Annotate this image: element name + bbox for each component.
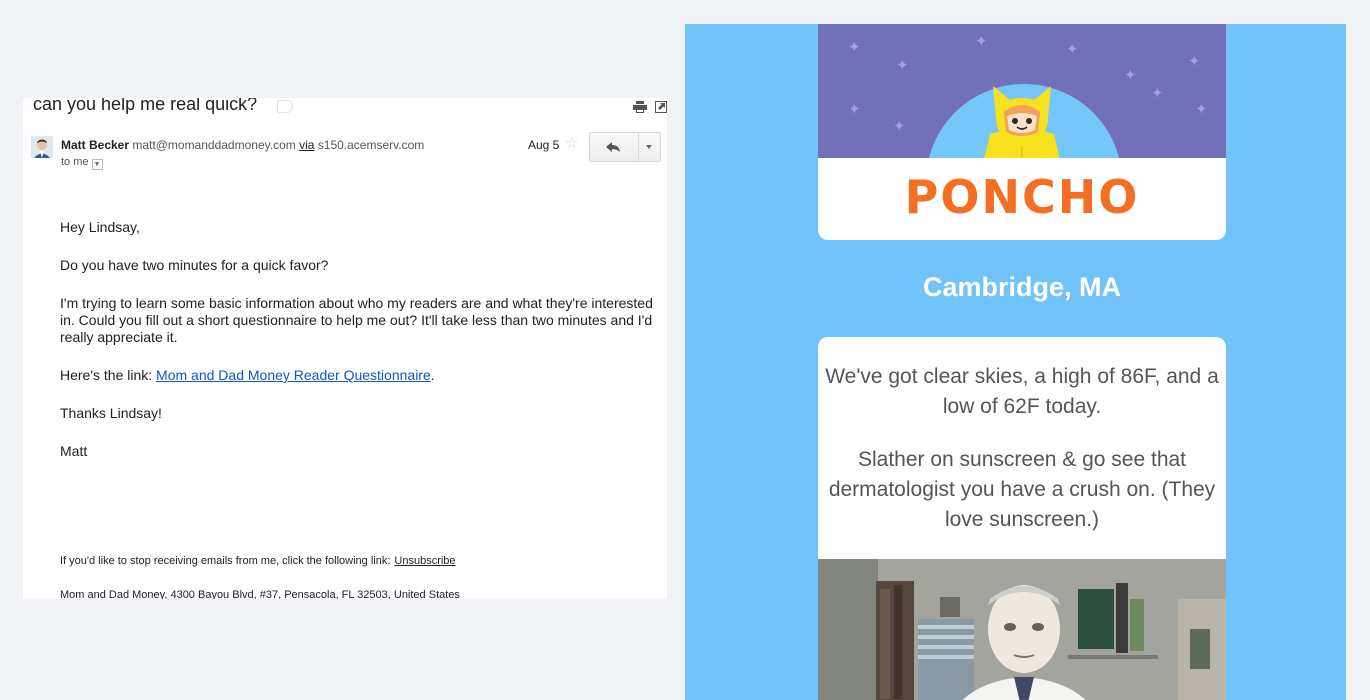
body-paragraph-1: Do you have two minutes for a quick favo…: [60, 257, 329, 273]
sparkle-icon: ✦: [848, 39, 861, 56]
sparkle-icon: ✦: [1066, 41, 1079, 58]
sparkle-icon: ✦: [848, 101, 861, 118]
forecast-message: We've got clear skies, a high of 86F, an…: [825, 365, 1219, 418]
reply-arrow-icon: [606, 142, 620, 152]
unsubscribe-link[interactable]: Unsubscribe: [394, 555, 455, 567]
poncho-email: ✦ ✦ ✦ ✦ ✦ ✦ ✦ ✦ ✦ ✦ ✦ ✦ PONCHO: [685, 24, 1346, 700]
reply-button[interactable]: [590, 133, 638, 161]
night-sky: ✦ ✦ ✦ ✦ ✦ ✦ ✦ ✦ ✦ ✦ ✦ ✦: [818, 24, 1226, 158]
forecast-card: We've got clear skies, a high of 86F, an…: [818, 337, 1226, 700]
link-suffix: .: [430, 367, 435, 383]
thanks-line: Thanks Lindsay!: [60, 405, 162, 421]
reply-button-group: [589, 132, 661, 162]
print-icon[interactable]: [633, 101, 647, 113]
more-options-button[interactable]: [638, 133, 661, 161]
sparkle-icon: ✦: [1151, 85, 1164, 102]
greeting: Hey Lindsay,: [60, 219, 140, 235]
signature: Matt: [60, 443, 88, 459]
recipient-text: to me: [61, 156, 89, 168]
link-prefix: Here's the link:: [60, 367, 157, 383]
poncho-header-card: ✦ ✦ ✦ ✦ ✦ ✦ ✦ ✦ ✦ ✦ ✦ ✦ PONCHO: [818, 24, 1226, 240]
via-link[interactable]: via: [299, 138, 314, 152]
footer-address: Mom and Dad Money, 4300 Bayou Blvd, #37,…: [60, 589, 460, 599]
sparkle-icon: ✦: [896, 57, 909, 74]
sender-line: Matt Becker matt@momanddadmoney.com via …: [61, 138, 424, 152]
sender-row: Matt Becker matt@momanddadmoney.com via …: [31, 132, 661, 176]
unsubscribe-text: If you'd like to stop receiving emails f…: [60, 555, 391, 567]
subject-row: can you help me real quick?: [33, 98, 667, 120]
email-subject: can you help me real quick?: [33, 98, 258, 114]
poncho-logo: PONCHO: [904, 170, 1140, 224]
sparkle-icon: ✦: [1188, 53, 1201, 70]
city-heading: Cambridge, MA: [922, 272, 1122, 302]
email-date: Aug 5: [528, 138, 560, 152]
label-tag-icon[interactable]: [277, 100, 293, 113]
details-dropdown-icon[interactable]: ▼: [91, 159, 103, 170]
sparkle-icon: ✦: [975, 33, 988, 50]
unsubscribe-line: If you'd like to stop receiving emails f…: [60, 555, 456, 567]
questionnaire-link[interactable]: Mom and Dad Money Reader Questionnaire: [156, 367, 431, 383]
body-paragraph-3: Here's the link: Mom and Dad Money Reade…: [60, 367, 665, 384]
sender-avatar[interactable]: [31, 136, 53, 158]
sparkle-icon: ✦: [1124, 67, 1137, 84]
email-body: Hey Lindsay, Do you have two minutes for…: [60, 219, 665, 481]
body-paragraph-2: I'm trying to learn some basic informati…: [60, 295, 653, 345]
dermatologist-photo: [818, 559, 1226, 700]
recipient-line: to me ▼: [61, 156, 103, 170]
sender-email: matt@momanddadmoney.com: [132, 138, 296, 152]
via-host: s150.acemserv.com: [317, 138, 425, 152]
star-icon[interactable]: ☆: [565, 134, 578, 152]
sparkle-icon: ✦: [1195, 101, 1208, 118]
advice-message: Slather on sunscreen & go see that derma…: [828, 448, 1216, 531]
sparkle-icon: ✦: [893, 118, 906, 135]
poncho-cat-mascot: [984, 86, 1060, 158]
new-window-icon[interactable]: [655, 101, 667, 113]
sender-name: Matt Becker: [61, 138, 130, 152]
email-screenshot: can you help me real quick? Matt Becker: [23, 98, 667, 599]
chevron-down-icon: [646, 145, 652, 149]
